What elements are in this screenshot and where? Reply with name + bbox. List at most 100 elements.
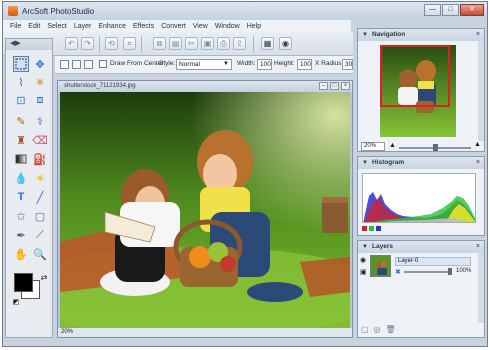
transform-icon[interactable]: ⧈: [32, 92, 48, 108]
new-layer-icon[interactable]: ▢: [361, 325, 369, 334]
rectangle-shape-icon[interactable]: ▢: [32, 208, 48, 224]
menu-select[interactable]: Select: [47, 23, 66, 30]
copy-icon[interactable]: ⧉: [153, 37, 166, 50]
cut-icon[interactable]: ✂: [185, 37, 198, 50]
layer-thumbnail[interactable]: [370, 255, 391, 277]
rectangle-select-icon[interactable]: [13, 56, 29, 72]
text-icon[interactable]: T: [13, 189, 29, 205]
line-icon[interactable]: ╱: [32, 189, 48, 205]
draw-from-center-checkbox[interactable]: [99, 60, 107, 68]
menu-layer[interactable]: Layer: [74, 23, 92, 30]
help-icon[interactable]: ◉: [279, 37, 292, 50]
zoom-in-icon[interactable]: ▲: [474, 141, 481, 148]
undo-icon[interactable]: ↶: [65, 37, 78, 50]
collapse-icon[interactable]: ▼: [362, 241, 368, 253]
width-field[interactable]: 100: [257, 59, 272, 70]
layer-name-field[interactable]: Layer-0: [395, 257, 471, 266]
navigation-zoom-select[interactable]: 20%: [361, 142, 385, 151]
eyedropper-icon[interactable]: ⚕: [32, 113, 48, 129]
gradient-icon[interactable]: [13, 151, 29, 167]
selection-new-icon[interactable]: [60, 60, 69, 69]
doc-maximize-button[interactable]: □: [330, 82, 339, 90]
merge-layer-icon[interactable]: ◎: [374, 325, 381, 334]
layers-scrollbar[interactable]: [478, 253, 484, 323]
document-title-bar[interactable]: shutterstock_71121934.jpg – □ ×: [58, 81, 352, 92]
menu-help[interactable]: Help: [247, 23, 261, 30]
histogram-plot: [363, 192, 475, 222]
paint-bucket-icon[interactable]: ⛽: [32, 151, 48, 167]
green-channel-icon[interactable]: [369, 226, 374, 231]
menu-edit[interactable]: Edit: [28, 23, 40, 30]
zoom-slider[interactable]: [399, 144, 471, 151]
height-field[interactable]: 100: [297, 59, 312, 70]
doc-minimize-button[interactable]: –: [319, 82, 328, 90]
image-canvas[interactable]: [60, 92, 350, 328]
opacity-slider[interactable]: [404, 268, 452, 275]
shape-icon[interactable]: ✩: [13, 208, 29, 224]
menu-window[interactable]: Window: [215, 23, 240, 30]
doc-close-button[interactable]: ×: [341, 82, 350, 90]
close-panel-icon[interactable]: ×: [476, 29, 480, 41]
clone-stamp-icon[interactable]: ♜: [13, 132, 29, 148]
selection-subtract-icon[interactable]: [84, 60, 93, 69]
hand-icon[interactable]: ✋: [13, 246, 29, 262]
dodge-icon[interactable]: ☀: [32, 170, 48, 186]
menu-convert[interactable]: Convert: [161, 23, 186, 30]
foreground-color-swatch[interactable]: [14, 273, 33, 292]
menu-file[interactable]: File: [10, 23, 21, 30]
navigation-panel-header[interactable]: ▼ Navigation ×: [358, 29, 484, 41]
dropper-icon[interactable]: ⟋: [32, 227, 48, 243]
crop-toolbar-icon[interactable]: ⌗: [123, 37, 136, 50]
menu-view[interactable]: View: [193, 23, 208, 30]
pen-icon[interactable]: ✒: [13, 227, 29, 243]
layer-blend-icon[interactable]: ✖: [395, 268, 401, 276]
image-icon[interactable]: ▣: [201, 37, 214, 50]
close-panel-icon[interactable]: ×: [476, 241, 480, 253]
magic-wand-icon[interactable]: ✳: [32, 74, 48, 90]
swap-colors-icon[interactable]: ⇄: [36, 269, 52, 285]
toolbar-divider: [141, 36, 142, 52]
menu-effects[interactable]: Effects: [133, 23, 154, 30]
zoom-slider-handle[interactable]: [433, 144, 438, 151]
print-icon[interactable]: ⎙: [217, 37, 230, 50]
maximize-button[interactable]: □: [442, 4, 459, 16]
layers-panel-header[interactable]: ▼ Layers ×: [358, 241, 484, 253]
toolbox-header[interactable]: ◀▶: [6, 39, 52, 50]
navigation-thumbnail[interactable]: [380, 45, 456, 137]
channel-selector[interactable]: [362, 226, 381, 231]
collapse-icon[interactable]: ▼: [362, 29, 368, 41]
red-channel-icon[interactable]: [362, 226, 367, 231]
visibility-eye-icon[interactable]: ◉: [360, 256, 366, 264]
opacity-slider-handle[interactable]: [448, 268, 452, 275]
blue-channel-icon[interactable]: [376, 226, 381, 231]
zoom-icon[interactable]: 🔍: [32, 246, 48, 262]
lock-icon[interactable]: ▣: [360, 268, 367, 276]
title-bar[interactable]: ArcSoft PhotoStudio — □ ✕: [3, 2, 487, 20]
histogram-panel-header[interactable]: ▼ Histogram ×: [358, 157, 484, 169]
style-select[interactable]: Normal ▼: [176, 59, 232, 70]
lasso-icon[interactable]: ⌇: [13, 74, 29, 90]
minimize-button[interactable]: —: [424, 4, 441, 16]
crop-icon[interactable]: ⊡: [13, 92, 29, 108]
redo-icon[interactable]: ↷: [81, 37, 94, 50]
menu-enhance[interactable]: Enhance: [98, 23, 126, 30]
default-colors-icon[interactable]: ◩: [8, 294, 24, 310]
blur-icon[interactable]: 💧: [13, 170, 29, 186]
selection-add-icon[interactable]: [72, 60, 81, 69]
x-radius-field[interactable]: 30: [342, 59, 353, 70]
zoom-out-icon[interactable]: ▲: [389, 142, 396, 149]
eraser-icon[interactable]: ⌫: [32, 132, 48, 148]
brush-icon[interactable]: ✎: [13, 113, 29, 129]
paste-icon[interactable]: ▤: [169, 37, 182, 50]
draw-from-center-label: Draw From Center: [110, 60, 164, 67]
export-icon[interactable]: ⇪: [233, 37, 246, 50]
document-zoom-status: 20%: [61, 329, 74, 335]
close-panel-icon[interactable]: ×: [476, 157, 480, 169]
navigation-scrollbar[interactable]: [478, 41, 484, 141]
delete-layer-icon[interactable]: 🗑: [386, 325, 396, 334]
move-icon[interactable]: ✥: [32, 56, 48, 72]
film-icon[interactable]: ▦: [261, 37, 274, 50]
close-button[interactable]: ✕: [460, 4, 484, 16]
collapse-icon[interactable]: ▼: [362, 157, 368, 169]
rotate-icon[interactable]: ⟲: [105, 37, 118, 50]
